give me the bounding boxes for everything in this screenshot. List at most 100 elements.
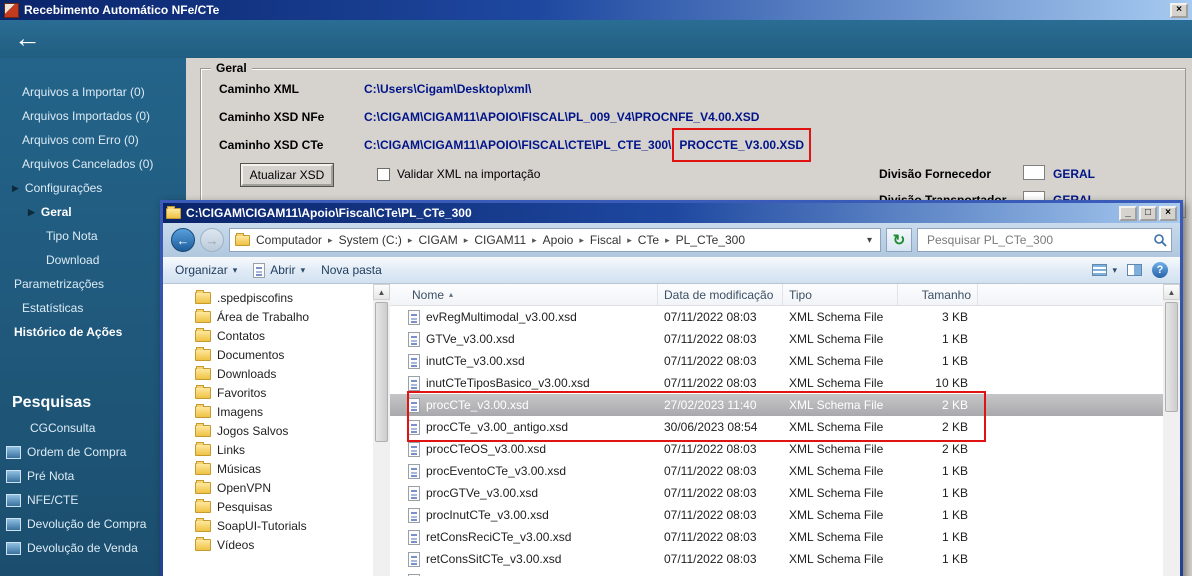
search-input[interactable] — [925, 232, 1153, 248]
tree-item[interactable]: SoapUI-Tutorials — [163, 516, 373, 535]
tree-item[interactable]: Links — [163, 440, 373, 459]
sidebar-item-arquivos-importados[interactable]: Arquivos Importados (0) — [0, 104, 186, 128]
xsd-file-icon — [408, 529, 420, 545]
sidebar-item-download[interactable]: Download — [0, 248, 186, 272]
tree-item[interactable]: Imagens — [163, 402, 373, 421]
breadcrumb-segment[interactable]: PL_CTe_300 — [673, 231, 748, 249]
folder-icon — [195, 422, 211, 437]
tree-item[interactable]: Pesquisas — [163, 497, 373, 516]
file-row[interactable]: GTVe_v3.00.xsd 07/11/2022 08:03 XML Schema… — [390, 328, 1163, 350]
maximize-icon[interactable]: □ — [1139, 205, 1157, 221]
column-header-data[interactable]: Data de modificação — [658, 284, 783, 305]
minimize-icon[interactable]: _ — [1119, 205, 1137, 221]
sidebar-item-configuracoes[interactable]: ▶ Configurações — [0, 176, 186, 200]
file-row[interactable]: inutCTe_v3.00.xsd 07/11/2022 08:03 XML Sch… — [390, 350, 1163, 372]
chevron-right-icon[interactable]: ▸ — [579, 235, 584, 246]
change-view-button[interactable]: ▾ — [1092, 264, 1117, 276]
column-header-tipo[interactable]: Tipo — [783, 284, 898, 305]
tree-item[interactable]: Área de Trabalho — [163, 307, 373, 326]
sidebar-item-devolucao-de-venda[interactable]: Devolução de Venda — [0, 536, 186, 560]
sidebar-item-arquivos-com-erro[interactable]: Arquivos com Erro (0) — [0, 128, 186, 152]
sidebar-item-pre-nota[interactable]: Pré Nota — [0, 464, 186, 488]
validar-xml-checkbox[interactable] — [377, 168, 390, 181]
explorer-window: C:\CIGAM\CIGAM11\Apoio\Fiscal\CTe\PL_CTe… — [160, 200, 1183, 576]
breadcrumb-segment[interactable]: System (C:) — [336, 231, 405, 249]
file-row[interactable]: evRegMultimodal_v3.00.xsd 07/11/2022 08:0… — [390, 306, 1163, 328]
scrollbar-thumb[interactable] — [375, 302, 388, 442]
tree-item[interactable]: Favoritos — [163, 383, 373, 402]
nova-pasta-button[interactable]: Nova pasta — [321, 263, 382, 277]
atualizar-xsd-button[interactable]: Atualizar XSD — [241, 164, 333, 186]
breadcrumb-segment[interactable]: Fiscal — [587, 231, 624, 249]
nav-back-button[interactable]: ← — [171, 228, 195, 252]
chevron-right-icon[interactable]: ▸ — [328, 235, 333, 246]
tree-item[interactable]: Downloads — [163, 364, 373, 383]
scroll-up-icon[interactable]: ▲ — [373, 284, 390, 300]
breadcrumb-segment[interactable]: CIGAM11 — [471, 231, 529, 249]
chevron-down-icon: ▾ — [1112, 264, 1117, 275]
close-icon[interactable]: × — [1159, 205, 1177, 221]
tree-item[interactable]: .spedpiscofins — [163, 288, 373, 307]
sidebar-item-tipo-nota[interactable]: Tipo Nota — [0, 224, 186, 248]
divisao-fornecedor-field[interactable] — [1023, 165, 1045, 180]
sidebar-item-devolucao-de-compra[interactable]: Devolução de Compra — [0, 512, 186, 536]
back-button[interactable]: ← — [14, 21, 41, 55]
sidebar-item-arquivos-a-importar[interactable]: Arquivos a Importar (0) — [0, 80, 186, 104]
file-row[interactable]: procGTVe_v3.00.xsd 07/11/2022 08:03 XML Sc… — [390, 482, 1163, 504]
organizar-button[interactable]: Organizar ▾ — [175, 263, 237, 277]
tree-scrollbar[interactable]: ▲ — [373, 284, 390, 576]
sidebar-item-arquivos-cancelados[interactable]: Arquivos Cancelados (0) — [0, 152, 186, 176]
breadcrumb-segment[interactable]: CIGAM — [415, 231, 460, 249]
breadcrumb-segment[interactable]: CTe — [635, 231, 662, 249]
tree-item[interactable]: Jogos Salvos — [163, 421, 373, 440]
xsd-file-icon — [408, 375, 420, 391]
abrir-button[interactable]: Abrir ▾ — [253, 262, 305, 278]
chevron-right-icon: ▶ — [28, 206, 35, 217]
chevron-right-icon[interactable]: ▸ — [665, 235, 670, 246]
nav-forward-button[interactable]: → — [200, 228, 224, 252]
sidebar-item-estatisticas[interactable]: Estatísticas — [0, 296, 186, 320]
file-row[interactable]: retConsReciCTe_v3.00.xsd 07/11/2022 08:03… — [390, 526, 1163, 548]
refresh-button[interactable]: ↻ — [886, 228, 912, 252]
annotation-box-xsd-file: PROCCTE_V3.00.XSD — [672, 128, 812, 162]
file-row[interactable]: retConsSitCTe_v3.00.xsd 07/11/2022 08:03 X… — [390, 548, 1163, 570]
chevron-right-icon[interactable]: ▸ — [408, 235, 413, 246]
tree-item[interactable]: Documentos — [163, 345, 373, 364]
column-header-tamanho[interactable]: Tamanho — [898, 284, 978, 305]
xsd-file-icon — [408, 485, 420, 501]
breadcrumb[interactable]: Computador ▸ System (C:) ▸ CIGAM ▸ CIGAM… — [229, 228, 881, 252]
tree-item[interactable]: OpenVPN — [163, 478, 373, 497]
ordem-de-compra-icon — [6, 445, 21, 459]
tree-item[interactable]: Vídeos — [163, 535, 373, 554]
file-row[interactable]: procInutCTe_v3.00.xsd 07/11/2022 08:03 XML… — [390, 504, 1163, 526]
list-scrollbar[interactable]: ▲ — [1163, 284, 1180, 576]
breadcrumb-segment[interactable]: Apoio — [540, 231, 577, 249]
sidebar-item-historico-de-acoes[interactable]: Histórico de Ações — [0, 320, 186, 344]
search-icon — [1154, 234, 1167, 247]
chevron-down-icon: ▾ — [232, 264, 238, 275]
chevron-down-icon[interactable]: ▾ — [864, 235, 875, 246]
scrollbar-thumb[interactable] — [1165, 302, 1178, 412]
groupbox-title: Geral — [211, 61, 252, 75]
chevron-right-icon[interactable]: ▸ — [464, 235, 469, 246]
tree-item[interactable]: Músicas — [163, 459, 373, 478]
close-icon[interactable]: × — [1170, 2, 1188, 18]
folder-icon — [195, 403, 211, 418]
chevron-right-icon[interactable]: ▸ — [627, 235, 632, 246]
tree-item[interactable]: Contatos — [163, 326, 373, 345]
file-row-partial[interactable] — [390, 570, 1163, 576]
sidebar-item-parametrizacoes[interactable]: Parametrizações — [0, 272, 186, 296]
sidebar-item-ordem-de-compra[interactable]: Ordem de Compra — [0, 440, 186, 464]
column-header-nome[interactable]: Nome ▴ — [390, 284, 658, 305]
explorer-toolbar: Organizar ▾ Abrir ▾ Nova pasta ▾ ? — [163, 257, 1180, 284]
breadcrumb-segment[interactable]: Computador — [253, 231, 325, 249]
sidebar-item-geral[interactable]: ▶ Geral — [0, 200, 186, 224]
main-window-title: Recebimento Automático NFe/CTe — [24, 3, 220, 17]
chevron-right-icon[interactable]: ▸ — [532, 235, 537, 246]
help-button[interactable]: ? — [1152, 262, 1168, 278]
sidebar-item-cgconsulta[interactable]: CGConsulta — [0, 416, 186, 440]
sidebar-item-nfe-cte[interactable]: NFE/CTE — [0, 488, 186, 512]
preview-pane-button[interactable] — [1127, 264, 1142, 276]
file-row[interactable]: procEventoCTe_v3.00.xsd 07/11/2022 08:03 X… — [390, 460, 1163, 482]
scroll-up-icon[interactable]: ▲ — [1163, 284, 1180, 300]
